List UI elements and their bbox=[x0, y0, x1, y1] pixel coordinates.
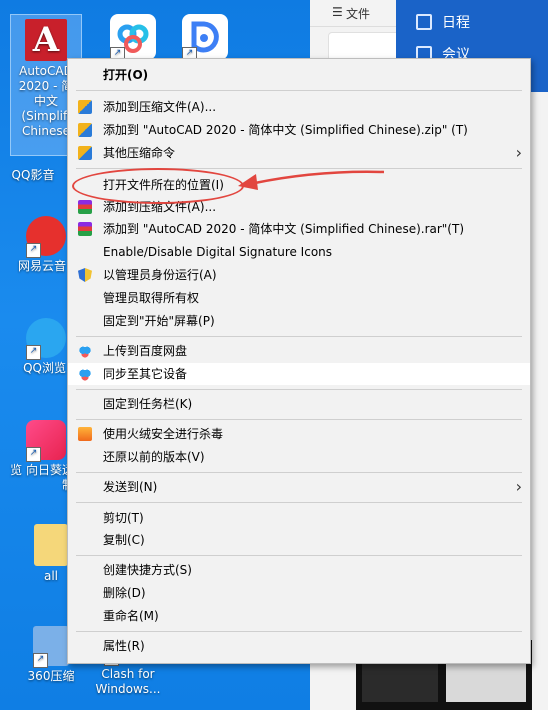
menu-item-delete[interactable]: 删除(D) bbox=[68, 582, 530, 604]
menu-item-label: 使用火绒安全进行杀毒 bbox=[103, 427, 224, 441]
shortcut-arrow-icon: ↗ bbox=[26, 447, 41, 462]
autocad-icon: A bbox=[25, 19, 67, 61]
menu-item-digital-signature[interactable]: Enable/Disable Digital Signature Icons bbox=[68, 241, 530, 263]
menu-item-add-named-zip[interactable]: 添加到 "AutoCAD 2020 - 简体中文 (Simplified Chi… bbox=[68, 119, 530, 141]
bandizip-icon bbox=[78, 146, 92, 160]
baidu-netdisk-icon bbox=[78, 344, 92, 358]
tab-file[interactable]: 文件 bbox=[346, 5, 370, 22]
menu-item-rename[interactable]: 重命名(M) bbox=[68, 605, 530, 627]
qq-browser-icon: ↗ bbox=[26, 318, 66, 360]
winrar-icon bbox=[78, 200, 92, 214]
netease-music-icon: ↗ bbox=[26, 216, 66, 258]
menu-separator bbox=[76, 555, 522, 556]
desktop-icon-baidu[interactable]: ↗ bbox=[98, 14, 168, 63]
winrar-icon bbox=[78, 222, 92, 236]
menu-item-pin-start[interactable]: 固定到"开始"屏幕(P) bbox=[68, 310, 530, 332]
menu-item-send-to[interactable]: 发送到(N) › bbox=[68, 476, 530, 498]
context-menu: 打开(O) 添加到压缩文件(A)... 添加到 "AutoCAD 2020 - … bbox=[67, 58, 531, 664]
menu-item-copy[interactable]: 复制(C) bbox=[68, 529, 530, 551]
menu-separator bbox=[76, 90, 522, 91]
menu-separator bbox=[76, 419, 522, 420]
archive-360-icon: ↗ bbox=[33, 626, 69, 668]
desktop-background: ☰ 文件 日程 会议 A AutoCAD 2020 - 简 中文 (Simpli… bbox=[0, 0, 548, 710]
menu-item-open[interactable]: 打开(O) bbox=[68, 64, 530, 86]
baidu-netdisk-icon: ↗ bbox=[110, 14, 156, 62]
desktop-icon-label: 览 向日葵远 制 bbox=[10, 463, 74, 492]
calendar-icon bbox=[416, 14, 432, 30]
menu-item-label: 同步至其它设备 bbox=[103, 367, 188, 381]
desktop-icon-label: Clash for Windows... bbox=[95, 667, 161, 696]
baidu-netdisk-icon bbox=[78, 367, 92, 381]
menu-item-create-shortcut[interactable]: 创建快捷方式(S) bbox=[68, 559, 530, 581]
desktop-icon-qqbrowser[interactable]: ↗ QQ浏览 bbox=[0, 318, 66, 376]
menu-item-cut[interactable]: 剪切(T) bbox=[68, 507, 530, 529]
todo-app-icon: ↗ bbox=[182, 14, 228, 62]
menu-item-restore-versions[interactable]: 还原以前的版本(V) bbox=[68, 446, 530, 468]
menu-item-add-named-rar[interactable]: 添加到 "AutoCAD 2020 - 简体中文 (Simplified Chi… bbox=[68, 218, 530, 240]
menu-item-properties[interactable]: 属性(R) bbox=[68, 635, 530, 657]
menu-item-pin-taskbar[interactable]: 固定到任务栏(K) bbox=[68, 393, 530, 415]
menu-item-upload-baidu[interactable]: 上传到百度网盘 bbox=[68, 340, 530, 362]
menu-separator bbox=[76, 631, 522, 632]
bandizip-icon bbox=[78, 123, 92, 137]
sunlogin-icon: ↗ bbox=[26, 420, 66, 462]
menu-separator bbox=[76, 336, 522, 337]
desktop-icon-label: QQ影音 bbox=[11, 168, 55, 182]
uac-shield-icon bbox=[78, 268, 92, 282]
chevron-right-icon: › bbox=[515, 477, 522, 496]
folder-icon bbox=[34, 524, 68, 566]
chevron-right-icon: › bbox=[515, 143, 522, 162]
menu-item-label: 添加到 "AutoCAD 2020 - 简体中文 (Simplified Chi… bbox=[103, 123, 468, 137]
menu-item-label: 添加到压缩文件(A)... bbox=[103, 100, 217, 114]
annotation-ellipse bbox=[72, 168, 244, 204]
menu-item-add-archive-zip[interactable]: 添加到压缩文件(A)... bbox=[68, 96, 530, 118]
bandizip-icon bbox=[78, 100, 92, 114]
menu-item-other-compress[interactable]: 其他压缩命令 › bbox=[68, 142, 530, 164]
menu-item-label: 发送到(N) bbox=[103, 480, 158, 494]
shortcut-arrow-icon: ↗ bbox=[26, 345, 41, 360]
menu-separator bbox=[76, 472, 522, 473]
menu-separator bbox=[76, 389, 522, 390]
desktop-icon-sunlogin[interactable]: ↗ 览 向日葵远 制 bbox=[0, 420, 74, 493]
desktop-icon-label: 360压缩 bbox=[27, 669, 75, 683]
menu-item-label: 添加到 "AutoCAD 2020 - 简体中文 (Simplified Chi… bbox=[103, 222, 465, 236]
sidebar-item-calendar[interactable]: 日程 bbox=[416, 12, 470, 32]
menu-item-huorong-scan[interactable]: 使用火绒安全进行杀毒 bbox=[68, 423, 530, 445]
sidebar-item-label: 日程 bbox=[442, 15, 470, 31]
desktop-icon-netease-music[interactable]: ↗ 网易云音 bbox=[0, 216, 66, 274]
desktop-icon-qqplayer[interactable]: QQ影音 bbox=[0, 150, 66, 183]
desktop-icon-label: 网易云音 bbox=[17, 259, 66, 273]
huorong-icon bbox=[78, 427, 92, 441]
menu-separator bbox=[76, 502, 522, 503]
annotation-arrow-icon bbox=[238, 170, 385, 190]
menu-item-run-as-admin[interactable]: 以管理员身份运行(A) bbox=[68, 264, 530, 286]
shortcut-arrow-icon: ↗ bbox=[33, 653, 48, 668]
menu-icon[interactable]: ☰ bbox=[332, 5, 343, 19]
menu-item-label: 其他压缩命令 bbox=[103, 146, 176, 160]
menu-item-label: 以管理员身份运行(A) bbox=[103, 268, 217, 282]
menu-item-take-ownership[interactable]: 管理员取得所有权 bbox=[68, 287, 530, 309]
shortcut-arrow-icon: ↗ bbox=[26, 243, 41, 258]
desktop-icon-label: QQ浏览 bbox=[23, 361, 66, 375]
menu-item-label: 上传到百度网盘 bbox=[103, 344, 188, 358]
desktop-icon-dida[interactable]: ↗ bbox=[170, 14, 240, 63]
menu-item-sync-devices[interactable]: 同步至其它设备 bbox=[68, 363, 530, 385]
